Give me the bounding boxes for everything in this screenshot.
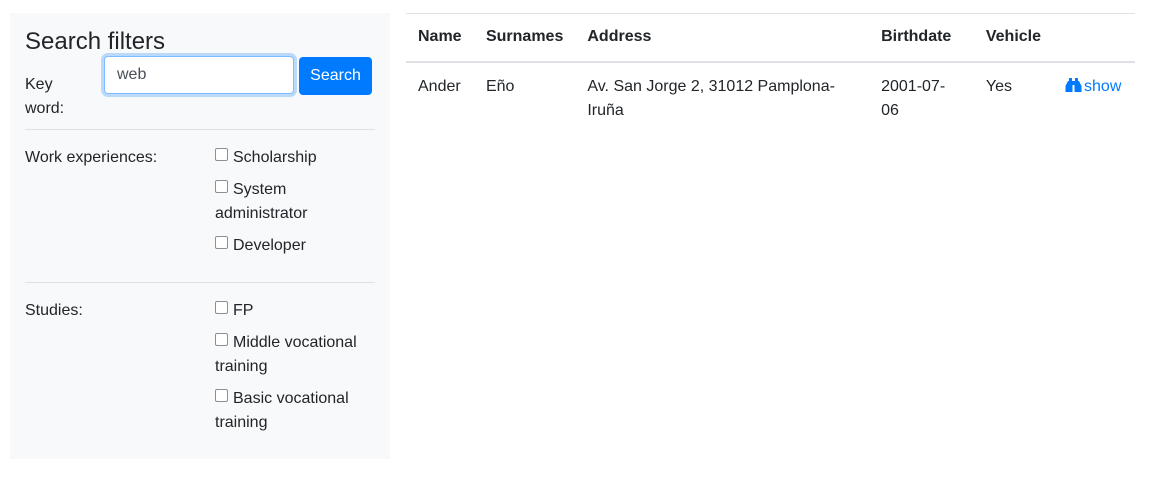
checkbox-box[interactable] [215, 301, 228, 314]
checkbox-label: Middle vocational training [215, 334, 357, 375]
keyword-input[interactable] [104, 56, 294, 94]
checkbox-label: System administrator [215, 181, 308, 222]
checkbox-label: Basic vocational training [215, 390, 349, 431]
checkbox-middle-vocational-training[interactable]: Middle vocational training [215, 331, 370, 379]
checkbox-label: Scholarship [233, 149, 317, 166]
divider [25, 282, 375, 283]
keyword-label: Key word: [25, 76, 65, 117]
checkbox-fp[interactable]: FP [215, 299, 370, 323]
table-row: Ander Eño Av. San Jorge 2, 31012 Pamplon… [406, 62, 1135, 135]
cell-actions: show [1053, 62, 1135, 135]
checkbox-box[interactable] [215, 236, 228, 249]
checkbox-label: Developer [233, 237, 306, 254]
table-header-row: Name Surnames Address Birthdate Vehicle [406, 13, 1135, 63]
checkbox-developer[interactable]: Developer [215, 234, 370, 258]
checkbox-box[interactable] [215, 333, 228, 346]
search-button[interactable]: Search [299, 57, 372, 95]
checkbox-basic-vocational-training[interactable]: Basic vocational training [215, 387, 370, 435]
checkbox-box[interactable] [215, 148, 228, 161]
show-link-label[interactable]: show [1084, 78, 1121, 95]
cell-birthdate: 2001-07-06 [881, 77, 946, 119]
column-header-surnames: Surnames [473, 13, 576, 63]
binoculars-icon [1065, 77, 1082, 92]
search-filters-panel: Search filters Key word: Search Work exp… [10, 13, 390, 459]
filters-title: Search filters [25, 28, 166, 55]
column-header-address: Address [575, 13, 870, 63]
checkbox-box[interactable] [215, 180, 228, 193]
column-header-birthdate: Birthdate [869, 13, 974, 63]
column-header-actions [1053, 13, 1135, 63]
cell-vehicle: Yes [985, 77, 1012, 95]
checkbox-label: FP [233, 302, 254, 319]
checkbox-scholarship[interactable]: Scholarship [215, 146, 370, 170]
work-experiences-label: Work experiences: [25, 149, 158, 166]
checkbox-box[interactable] [215, 389, 228, 402]
cell-surnames: Eño [485, 77, 515, 95]
results-panel: Name Surnames Address Birthdate Vehicle … [406, 13, 1135, 135]
studies-label: Studies: [25, 302, 83, 319]
cell-address: Av. San Jorge 2, 31012 Pamplona-Iruña [587, 77, 835, 119]
checkbox-system-administrator[interactable]: System administrator [215, 178, 370, 226]
results-table: Name Surnames Address Birthdate Vehicle … [406, 13, 1135, 135]
cell-name: Ander [418, 77, 461, 95]
divider [25, 129, 375, 130]
column-header-name: Name [406, 13, 474, 63]
column-header-vehicle: Vehicle [973, 13, 1054, 63]
show-link[interactable]: show [1065, 77, 1121, 95]
